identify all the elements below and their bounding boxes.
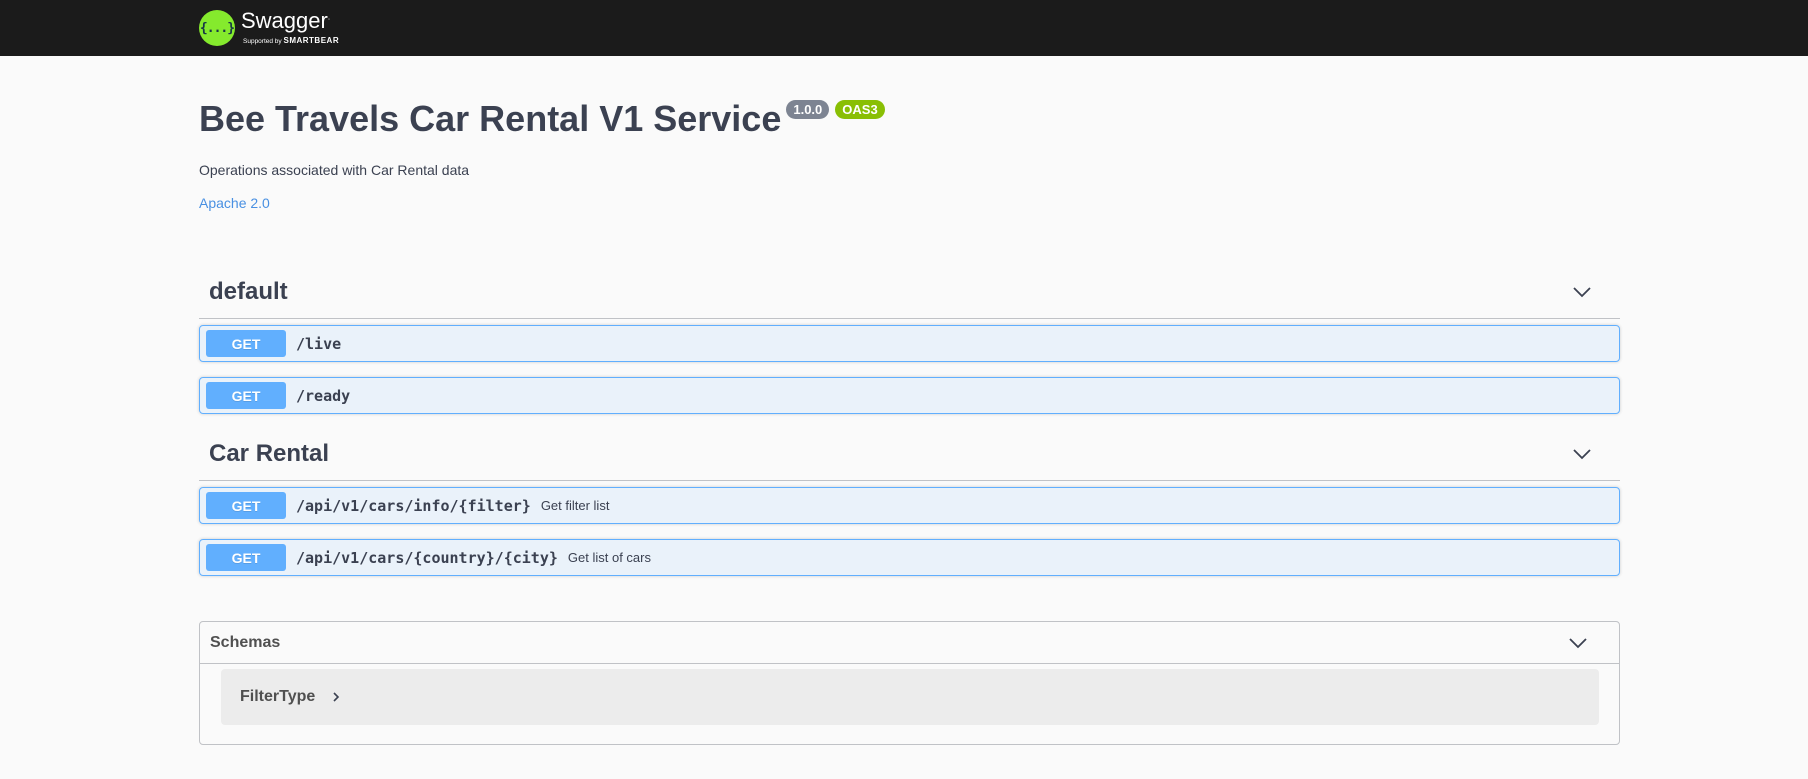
swagger-logo-icon: {...} <box>199 10 235 46</box>
brand-name: Swagger. <box>241 8 331 34</box>
supported-by: Supported by SMARTBEAR <box>243 36 340 46</box>
schemas-header[interactable]: Schemas <box>200 622 1619 664</box>
chevron-down-icon[interactable] <box>1572 282 1592 302</box>
method-badge: GET <box>206 382 286 409</box>
schema-item-filtertype[interactable]: FilterType <box>221 669 1599 725</box>
info-section: Bee Travels Car Rental V1 Service 1.0.0 … <box>199 98 1620 213</box>
chevron-down-icon[interactable] <box>1572 444 1592 464</box>
operation-summary: Get list of cars <box>567 550 651 565</box>
version-badge: 1.0.0 <box>786 100 830 119</box>
method-badge: GET <box>206 492 286 519</box>
tag-header-car-rental[interactable]: Car Rental <box>199 427 1620 481</box>
logo-text: Swagger. Supported by SMARTBEAR <box>241 10 339 46</box>
page-title: Bee Travels Car Rental V1 Service <box>199 98 782 139</box>
chevron-right-icon[interactable] <box>331 692 341 702</box>
method-badge: GET <box>206 544 286 571</box>
title-row: Bee Travels Car Rental V1 Service 1.0.0 … <box>199 98 1620 139</box>
schemas-title: Schemas <box>210 633 281 651</box>
operation-get-cars-info-filter[interactable]: GET /api/v1/cars/info/{filter} Get filte… <box>199 487 1620 524</box>
license-link[interactable]: Apache 2.0 <box>199 195 270 211</box>
tag-section-car-rental: Car Rental GET /api/v1/cars/info/{filter… <box>199 427 1620 576</box>
tag-section-default: default GET /live GET /ready <box>199 265 1620 414</box>
operation-get-ready[interactable]: GET /ready <box>199 377 1620 414</box>
api-description: Operations associated with Car Rental da… <box>199 162 470 178</box>
operation-get-cars-country-city[interactable]: GET /api/v1/cars/{country}/{city} Get li… <box>199 539 1620 576</box>
swagger-logo[interactable]: {...} Swagger. Supported by SMARTBEAR <box>199 10 339 46</box>
operation-summary: Get filter list <box>540 498 610 513</box>
chevron-down-icon[interactable] <box>1568 633 1588 653</box>
operation-path: /api/v1/cars/{country}/{city} <box>296 548 558 567</box>
operation-path: /api/v1/cars/info/{filter} <box>296 496 531 515</box>
operation-get-live[interactable]: GET /live <box>199 325 1620 362</box>
method-badge: GET <box>206 330 286 357</box>
schemas-section: Schemas FilterType <box>199 621 1620 745</box>
schema-name: FilterType <box>240 688 316 705</box>
operation-path: /ready <box>296 386 351 405</box>
tag-name: Car Rental <box>209 439 330 467</box>
tag-header-default[interactable]: default <box>199 265 1620 319</box>
oas-badge: OAS3 <box>835 100 885 119</box>
operation-path: /live <box>296 334 342 353</box>
main-wrapper: Bee Travels Car Rental V1 Service 1.0.0 … <box>199 98 1620 745</box>
topbar: {...} Swagger. Supported by SMARTBEAR <box>0 0 1808 56</box>
tag-name: default <box>209 277 288 305</box>
